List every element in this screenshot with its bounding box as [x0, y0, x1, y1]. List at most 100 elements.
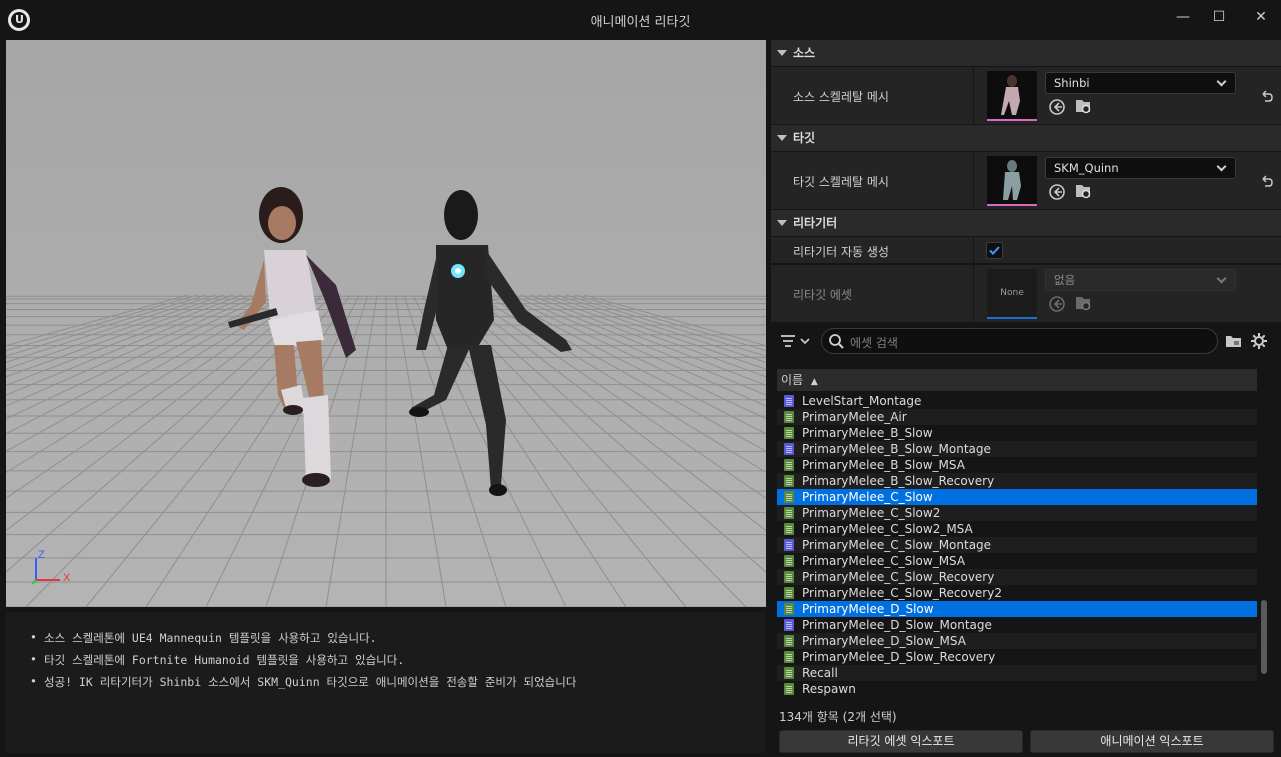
list-item[interactable]: LevelStart_Montage — [777, 393, 1257, 409]
list-item[interactable]: PrimaryMelee_B_Slow — [777, 425, 1257, 441]
list-item-label: PrimaryMelee_B_Slow_Recovery — [802, 474, 995, 488]
browse-asset-icon[interactable] — [1074, 97, 1092, 115]
list-item-label: PrimaryMelee_B_Slow_Montage — [802, 442, 991, 456]
section-target-header[interactable]: 타깃 — [771, 125, 1281, 151]
asset-search-input[interactable]: 에셋 검색 — [821, 328, 1218, 354]
retarget-asset-row: 리타깃 에셋 None 없음 — [771, 265, 1281, 323]
export-animation-button[interactable]: 애니메이션 익스포트 — [1030, 730, 1274, 753]
viewport[interactable]: Z X — [6, 40, 766, 607]
list-item[interactable]: Recall — [777, 665, 1257, 681]
divider — [973, 67, 974, 124]
list-item[interactable]: PrimaryMelee_D_Slow_Montage — [777, 617, 1257, 633]
list-item[interactable]: PrimaryMelee_B_Slow_MSA — [777, 457, 1257, 473]
folder-icon[interactable] — [1225, 333, 1243, 349]
target-mesh-thumbnail[interactable] — [987, 156, 1037, 206]
reset-to-default-icon[interactable] — [1259, 89, 1273, 103]
list-item[interactable]: Respawn — [777, 681, 1257, 697]
title-bar: U 애니메이션 리타깃 — ☐ ✕ — [0, 0, 1281, 38]
divider — [973, 265, 974, 322]
log-line: 소스 스켈레톤에 UE4 Mannequin 템플릿을 사용하고 있습니다. — [30, 630, 766, 652]
list-item[interactable]: PrimaryMelee_C_Slow_Montage — [777, 537, 1257, 553]
list-item[interactable]: PrimaryMelee_D_Slow — [777, 601, 1257, 617]
anim-sequence-icon — [784, 555, 794, 567]
column-name-label: 이름 — [781, 373, 804, 387]
list-item[interactable]: PrimaryMelee_C_Slow_Recovery2 — [777, 585, 1257, 601]
list-item-label: Recall — [802, 666, 838, 680]
list-item-label: Respawn — [802, 682, 856, 696]
filter-icon[interactable] — [779, 332, 813, 350]
anim-sequence-icon — [784, 523, 794, 535]
list-item[interactable]: PrimaryMelee_C_Slow2 — [777, 505, 1257, 521]
list-item-label: PrimaryMelee_B_Slow_MSA — [802, 458, 965, 472]
auto-generate-label: 리타기터 자동 생성 — [793, 245, 889, 259]
anim-sequence-icon — [784, 507, 794, 519]
list-item-label: PrimaryMelee_C_Slow_Montage — [802, 538, 992, 552]
list-item[interactable]: PrimaryMelee_D_Slow_MSA — [777, 633, 1257, 649]
divider — [973, 152, 974, 209]
anim-sequence-icon — [784, 571, 794, 583]
maximize-button[interactable]: ☐ — [1208, 8, 1230, 26]
axis-z-label: Z — [38, 549, 45, 561]
list-item-label: PrimaryMelee_D_Slow_Montage — [802, 618, 992, 632]
list-item[interactable]: PrimaryMelee_C_Slow2_MSA — [777, 521, 1257, 537]
close-button[interactable]: ✕ — [1250, 8, 1272, 26]
anim-montage-icon — [784, 539, 794, 551]
list-item[interactable]: PrimaryMelee_C_Slow_Recovery — [777, 569, 1257, 585]
item-count: 134개 항목 (2개 선택) — [779, 710, 897, 724]
anim-sequence-icon — [784, 635, 794, 647]
details-panel: 소스 소스 스켈레탈 메시 Shinbi 타깃 타깃 스켈레탈 메시 SKM_Q… — [771, 40, 1281, 757]
target-mesh-combo[interactable]: SKM_Quinn — [1045, 157, 1236, 179]
search-placeholder: 에셋 검색 — [850, 336, 898, 350]
list-item[interactable]: PrimaryMelee_B_Slow_Montage — [777, 441, 1257, 457]
list-item-label: PrimaryMelee_B_Slow — [802, 426, 933, 440]
anim-sequence-icon — [784, 491, 794, 503]
browse-asset-icon[interactable] — [1074, 182, 1092, 200]
list-item[interactable]: PrimaryMelee_D_Slow_Recovery — [777, 649, 1257, 665]
section-retargeter-title: 리타기터 — [793, 216, 838, 230]
minimize-button[interactable]: — — [1172, 8, 1194, 26]
chevron-down-icon — [1216, 161, 1227, 172]
list-item[interactable]: PrimaryMelee_C_Slow_MSA — [777, 553, 1257, 569]
retarget-asset-combo: 없음 — [1045, 269, 1236, 291]
anim-sequence-icon — [784, 603, 794, 615]
anim-sequence-icon — [784, 651, 794, 663]
source-mesh-value: Shinbi — [1054, 76, 1090, 90]
window-title: 애니메이션 리타깃 — [590, 15, 691, 30]
chevron-down-icon — [1216, 273, 1227, 284]
use-selected-icon[interactable] — [1048, 183, 1066, 201]
target-mesh-row: 타깃 스켈레탈 메시 SKM_Quinn — [771, 152, 1281, 210]
list-item-label: PrimaryMelee_C_Slow_Recovery — [802, 570, 995, 584]
retarget-asset-value: 없음 — [1054, 273, 1076, 287]
asset-list[interactable]: LevelStart_Montage PrimaryMelee_Air Primar… — [777, 393, 1257, 697]
anim-sequence-icon — [784, 667, 794, 679]
list-item[interactable]: PrimaryMelee_B_Slow_Recovery — [777, 473, 1257, 489]
use-selected-icon[interactable] — [1048, 98, 1066, 116]
list-item-label: PrimaryMelee_C_Slow2_MSA — [802, 522, 973, 536]
column-header-name[interactable]: 이름 ▲ — [777, 369, 1257, 391]
caret-down-icon — [777, 220, 787, 226]
retarget-asset-thumb-text: None — [1000, 288, 1024, 298]
source-mesh-row: 소스 스켈레탈 메시 Shinbi — [771, 67, 1281, 125]
axis-x-label: X — [63, 572, 71, 584]
anim-sequence-icon — [784, 427, 794, 439]
list-item[interactable]: PrimaryMelee_C_Slow — [777, 489, 1257, 505]
target-mesh-label: 타깃 스켈레탈 메시 — [793, 175, 889, 189]
list-item-label: PrimaryMelee_D_Slow_MSA — [802, 634, 966, 648]
reset-to-default-icon[interactable] — [1259, 174, 1273, 188]
asset-list-scrollbar[interactable] — [1261, 600, 1267, 674]
gear-icon[interactable] — [1250, 332, 1268, 350]
list-item-label: PrimaryMelee_D_Slow_Recovery — [802, 650, 996, 664]
anim-sequence-icon — [784, 411, 794, 423]
source-mesh-combo[interactable]: Shinbi — [1045, 72, 1236, 94]
list-item-label: PrimaryMelee_D_Slow — [802, 602, 934, 616]
auto-generate-checkbox[interactable] — [986, 242, 1003, 259]
section-retargeter-header[interactable]: 리타기터 — [771, 210, 1281, 236]
section-source-header[interactable]: 소스 — [771, 40, 1281, 66]
checkmark-icon — [989, 246, 1000, 255]
sort-ascending-icon: ▲ — [810, 377, 818, 387]
list-item[interactable]: PrimaryMelee_Air — [777, 409, 1257, 425]
export-retarget-asset-button[interactable]: 리타깃 에셋 익스포트 — [779, 730, 1023, 753]
source-mesh-thumbnail[interactable] — [987, 71, 1037, 121]
list-item-label: LevelStart_Montage — [802, 394, 922, 408]
search-icon — [829, 334, 844, 349]
